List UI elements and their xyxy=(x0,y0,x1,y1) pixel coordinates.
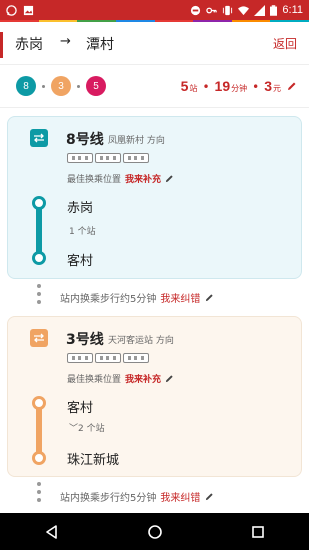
nav-recents-button[interactable] xyxy=(238,517,278,547)
train-car xyxy=(123,353,149,363)
board-station-marker xyxy=(32,196,46,210)
transfer-info: 站内换乘步行约5分钟 我来纠错 xyxy=(60,489,214,504)
nav-back-button[interactable] xyxy=(32,517,72,547)
alight-station: 客村 xyxy=(67,254,94,269)
route-header: 赤岗 → 潭村 返回 xyxy=(0,22,309,64)
stat-separator: • xyxy=(202,80,210,94)
stops-unit: 站 xyxy=(189,84,198,93)
train-car xyxy=(67,353,93,363)
board-station: 客村 xyxy=(67,401,94,416)
transfer-line-icon xyxy=(30,329,48,347)
badge-separator xyxy=(42,84,45,88)
line-name: 3号线 xyxy=(66,332,104,348)
home-circle-icon xyxy=(147,524,162,539)
best-position-label: 最佳换乘位置 xyxy=(67,375,122,385)
battery-icon xyxy=(270,4,278,16)
transfer-walk-text: 站内换乘步行约5分钟 xyxy=(60,294,157,305)
system-nav-bar xyxy=(0,513,309,550)
line-badge-3: 3 xyxy=(51,76,71,96)
edit-pencil-icon[interactable] xyxy=(287,81,297,91)
route-summary: 8 3 5 5 站 • 19 分钟 • 3 元 xyxy=(0,64,309,108)
best-position-label: 最佳换乘位置 xyxy=(67,175,122,185)
segment-card-line-8[interactable]: 8号线 凤凰新村 方向 最佳换乘位置 我来补充 赤岗 1 个站 客村 xyxy=(7,116,302,279)
line-track xyxy=(36,403,42,458)
transfer-row: 站内换乘步行约5分钟 我来纠错 xyxy=(0,480,309,510)
train-car xyxy=(67,153,93,163)
train-car xyxy=(95,353,121,363)
edit-pencil-icon[interactable] xyxy=(165,174,174,183)
minutes-unit: 分钟 xyxy=(231,84,248,93)
train-cars-diagram xyxy=(67,153,149,163)
back-triangle-icon xyxy=(45,524,57,539)
transfer-row: 站内换乘步行约5分钟 我来纠错 xyxy=(0,282,309,312)
edit-pencil-icon[interactable] xyxy=(205,293,214,302)
line-badge-8: 8 xyxy=(16,76,36,96)
train-car xyxy=(123,153,149,163)
report-error-link[interactable]: 我来纠错 xyxy=(160,290,200,305)
swap-arrows-icon xyxy=(34,333,44,343)
key-icon xyxy=(206,7,218,13)
line-direction: 凤凰新村 方向 xyxy=(108,136,165,146)
best-transfer-position: 最佳换乘位置 我来补充 xyxy=(67,172,174,185)
price-unit: 元 xyxy=(273,84,281,93)
alight-station-marker xyxy=(32,451,46,465)
walk-dots xyxy=(37,482,41,506)
route-arrow-icon: → xyxy=(60,34,71,49)
edit-pencil-icon[interactable] xyxy=(205,492,214,501)
transfer-info: 站内换乘步行约5分钟 我来纠错 xyxy=(60,290,214,305)
stop-count[interactable]: ﹀2 个站 xyxy=(69,421,105,434)
train-cars-diagram xyxy=(67,353,149,363)
recents-square-icon xyxy=(251,525,264,538)
best-transfer-position: 最佳换乘位置 我来补充 xyxy=(67,372,174,385)
destination-station: 潭村 xyxy=(86,37,114,53)
wifi-icon xyxy=(238,5,250,15)
image-icon xyxy=(23,5,34,15)
origin-station: 赤岗 xyxy=(15,37,43,53)
signal-icon xyxy=(254,4,266,16)
blocked-icon xyxy=(191,5,201,15)
stat-separator: • xyxy=(252,80,260,94)
walk-dots xyxy=(37,284,41,308)
alight-station: 珠江新城 xyxy=(67,453,120,468)
clock: 6:11 xyxy=(282,4,303,16)
vibrate-icon xyxy=(223,5,233,15)
transfer-line-icon xyxy=(30,129,48,147)
board-station: 赤岗 xyxy=(67,201,94,216)
line-name: 8号线 xyxy=(66,132,104,148)
stops-count: 5 xyxy=(180,78,189,94)
report-error-link[interactable]: 我来纠错 xyxy=(160,489,200,504)
status-bar: 6:11 xyxy=(0,0,309,20)
line-direction: 天河客运站 方向 xyxy=(108,336,174,346)
alight-station-marker xyxy=(32,251,46,265)
line-badges: 8 3 5 xyxy=(16,76,106,96)
edit-pencil-icon[interactable] xyxy=(165,374,174,383)
minutes-count: 19 xyxy=(214,78,231,94)
whatsapp-icon xyxy=(6,4,17,16)
route-stats: 5 站 • 19 分钟 • 3 元 xyxy=(181,78,297,94)
contribute-link[interactable]: 我来补充 xyxy=(125,172,161,185)
transfer-walk-text: 站内换乘步行约5分钟 xyxy=(60,493,157,504)
train-car xyxy=(95,153,121,163)
line-badge-5: 5 xyxy=(86,76,106,96)
board-station-marker xyxy=(32,396,46,410)
contribute-link[interactable]: 我来补充 xyxy=(125,372,161,385)
swap-arrows-icon xyxy=(34,133,44,143)
header-accent-bar xyxy=(0,32,3,58)
badge-separator xyxy=(77,84,80,88)
back-button[interactable]: 返回 xyxy=(273,35,297,52)
segment-card-line-3[interactable]: 3号线 天河客运站 方向 最佳换乘位置 我来补充 客村 ﹀2 个站 珠江新城 xyxy=(7,316,302,477)
nav-home-button[interactable] xyxy=(135,517,175,547)
price-amount: 3 xyxy=(264,78,272,94)
stop-count[interactable]: 1 个站 xyxy=(69,224,96,237)
